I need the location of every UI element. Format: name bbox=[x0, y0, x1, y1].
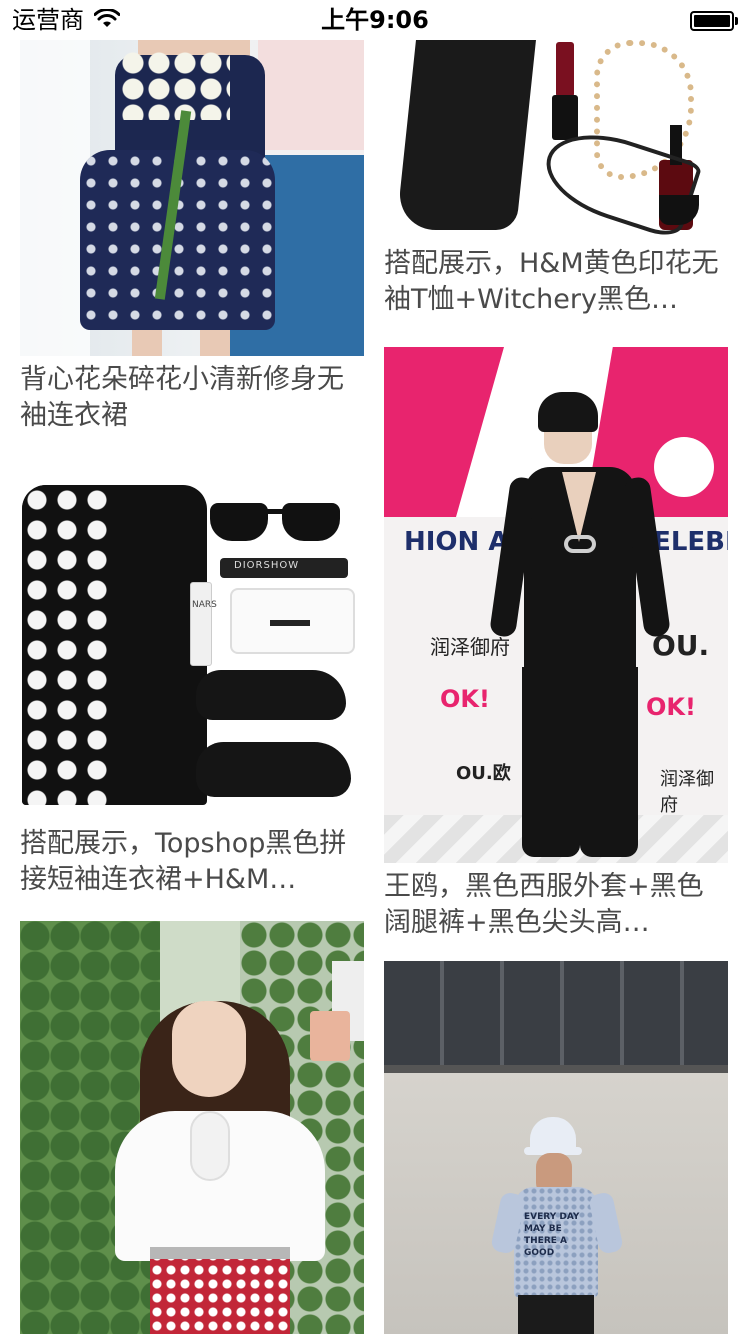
shirt-print-text: EVERY DAY MAY BE THERE A GOOD bbox=[524, 1212, 580, 1258]
black-outfit-accessories-photo[interactable] bbox=[384, 40, 728, 240]
printed-shirt-street-photo[interactable]: EVERY DAY MAY BE THERE A GOOD bbox=[384, 961, 728, 1334]
sponsor-label-bottom-right: 润泽御府 bbox=[660, 769, 714, 816]
ok-logo: OK! bbox=[440, 685, 490, 713]
sponsor-label-bottom: OU.欧 bbox=[456, 763, 511, 784]
card-caption: 背心花朵碎花小清新修身无袖连衣裙 bbox=[20, 364, 344, 431]
feed-card-4[interactable]: HION ATTITUD CELEBRIT 润泽御府 OU. OK! OK! O… bbox=[384, 347, 728, 941]
status-bar: 运营商 上午9:06 bbox=[0, 0, 750, 40]
floral-dress-photo[interactable] bbox=[20, 40, 364, 356]
white-blouse-garden-photo[interactable] bbox=[20, 921, 364, 1334]
card-caption: 王鸥，黑色西服外套+黑色阔腿裤+黑色尖头高… bbox=[384, 871, 704, 938]
black-suit-event-photo[interactable]: HION ATTITUD CELEBRIT 润泽御府 OU. OK! OK! O… bbox=[384, 347, 728, 863]
battery-icon bbox=[690, 11, 738, 31]
primer-brand-label: NARS bbox=[192, 600, 217, 610]
card-caption: 搭配展示，Topshop黑色拼接短袖连衣裙+H&M… bbox=[20, 828, 347, 895]
ok-logo-right: OK! bbox=[646, 693, 696, 721]
feed-card-3[interactable]: DIORSHOW NARS 搭配展示，Topshop黑色拼接短袖连衣裙+H&M… bbox=[20, 470, 364, 898]
feed-card-6[interactable]: EVERY DAY MAY BE THERE A GOOD bbox=[384, 961, 728, 1334]
status-time: 上午9:06 bbox=[321, 6, 429, 34]
card-caption: 搭配展示，H&M黄色印花无袖T恤+Witchery黑色… bbox=[384, 248, 719, 315]
feed-card-5[interactable] bbox=[20, 921, 364, 1334]
feed-card-1[interactable]: 背心花朵碎花小清新修身无袖连衣裙 bbox=[20, 40, 364, 434]
feed-card-2[interactable]: 搭配展示，H&M黄色印花无袖T恤+Witchery黑色… bbox=[384, 40, 728, 318]
polka-dot-dress-set-photo[interactable]: DIORSHOW NARS bbox=[20, 470, 364, 820]
mascara-brand-label: DIORSHOW bbox=[234, 560, 300, 571]
